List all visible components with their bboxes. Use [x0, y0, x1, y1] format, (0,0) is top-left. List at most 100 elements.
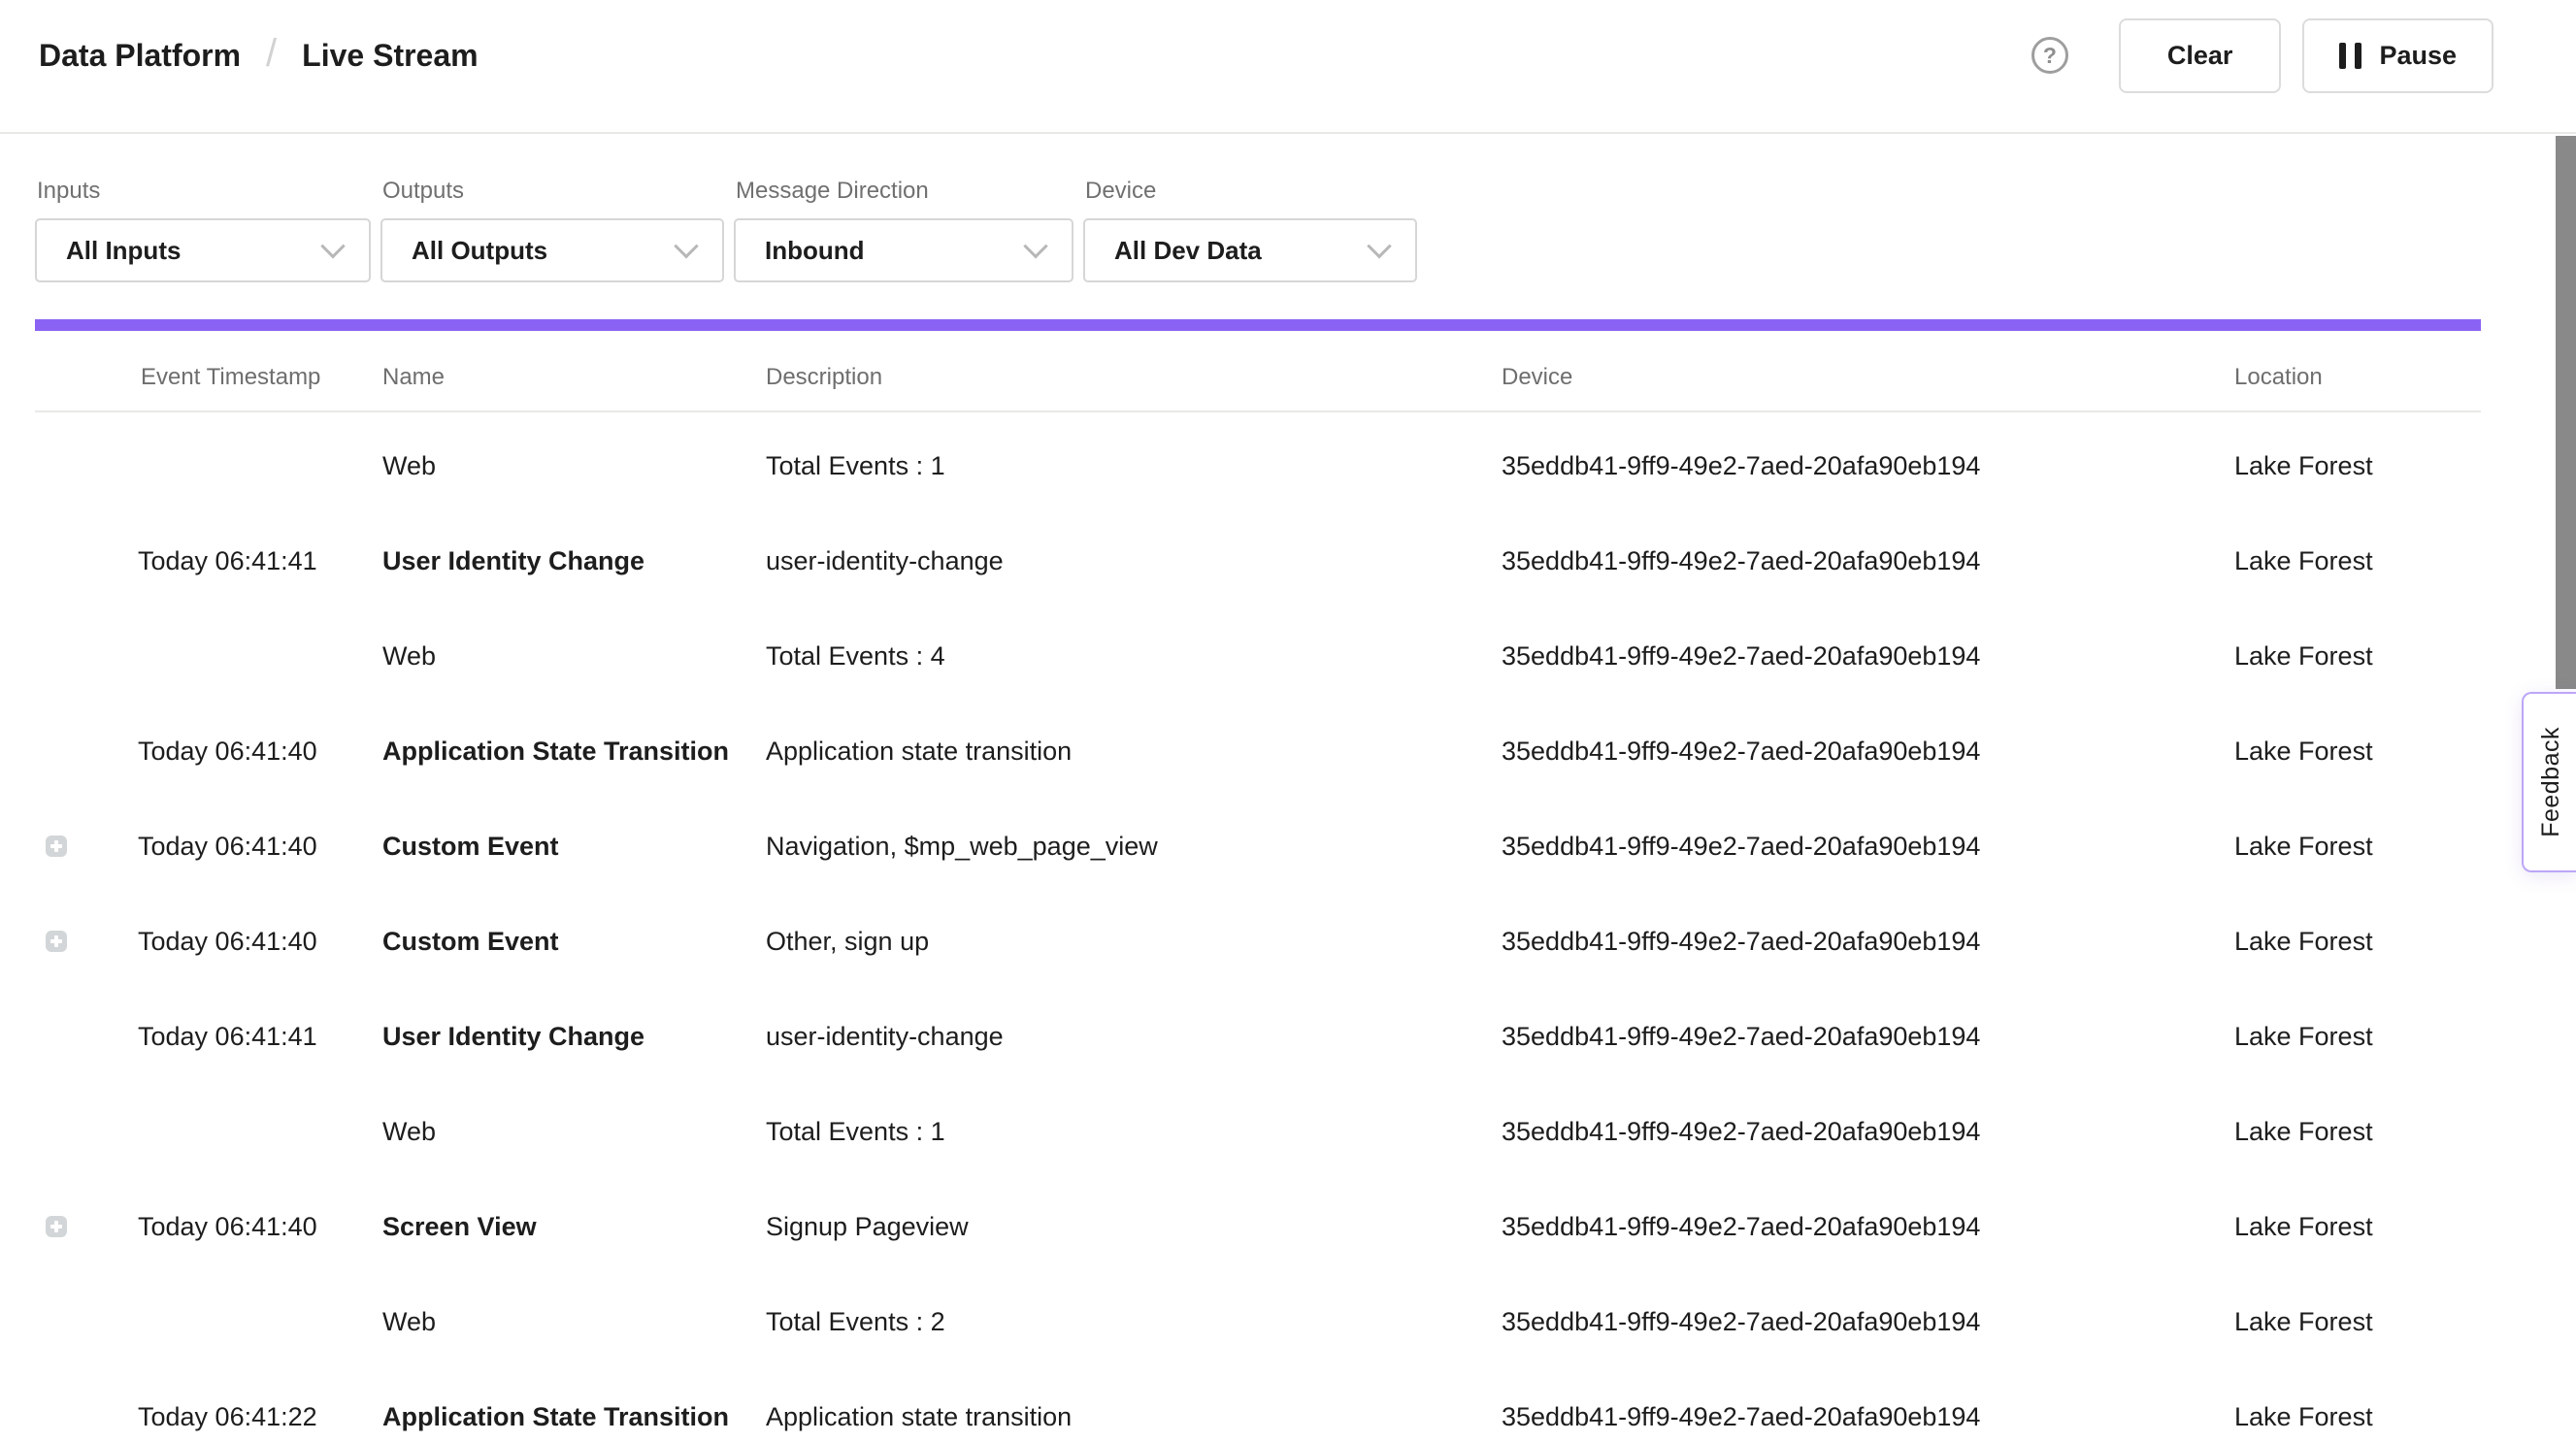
expand-row-button[interactable]: [46, 1216, 67, 1237]
event-description-cell: user-identity-change: [766, 546, 1502, 576]
event-device-cell: 35eddb41-9ff9-49e2-7aed-20afa90eb194: [1502, 737, 2234, 767]
device-dropdown[interactable]: All Dev Data: [1083, 218, 1417, 282]
event-location-cell: Lake Forest: [2234, 1402, 2481, 1432]
expand-cell: [35, 931, 138, 952]
filter-message-direction-label: Message Direction: [736, 177, 1073, 206]
event-device-cell: 35eddb41-9ff9-49e2-7aed-20afa90eb194: [1502, 1307, 2234, 1337]
event-name-cell: Custom Event: [382, 927, 766, 957]
clear-button[interactable]: Clear: [2119, 18, 2282, 93]
event-description-cell: Signup Pageview: [766, 1212, 1502, 1242]
message-direction-dropdown[interactable]: Inbound: [734, 218, 1073, 282]
chevron-down-icon: [1367, 234, 1391, 258]
table-row[interactable]: WebTotal Events : 135eddb41-9ff9-49e2-7a…: [35, 418, 2481, 513]
event-timestamp-cell: Today 06:41:41: [138, 1022, 382, 1052]
table-row[interactable]: Today 06:41:40Custom EventOther, sign up…: [35, 894, 2481, 989]
table-row[interactable]: Today 06:41:41User Identity Changeuser-i…: [35, 513, 2481, 608]
filter-inputs-label: Inputs: [37, 177, 371, 206]
breadcrumb-live-stream: Live Stream: [302, 38, 478, 74]
event-device-cell: 35eddb41-9ff9-49e2-7aed-20afa90eb194: [1502, 641, 2234, 672]
event-device-cell: 35eddb41-9ff9-49e2-7aed-20afa90eb194: [1502, 832, 2234, 862]
event-device-cell: 35eddb41-9ff9-49e2-7aed-20afa90eb194: [1502, 1402, 2234, 1432]
feedback-tab-label: Feedback: [2537, 727, 2565, 837]
event-description-cell: Total Events : 4: [766, 641, 1502, 672]
table-row[interactable]: WebTotal Events : 235eddb41-9ff9-49e2-7a…: [35, 1274, 2481, 1369]
event-description-cell: Application state transition: [766, 737, 1502, 767]
event-name-cell: Application State Transition: [382, 737, 766, 767]
table-row[interactable]: WebTotal Events : 435eddb41-9ff9-49e2-7a…: [35, 608, 2481, 704]
table-row[interactable]: WebTotal Events : 135eddb41-9ff9-49e2-7a…: [35, 1084, 2481, 1179]
expand-cell: [35, 836, 138, 857]
event-name-cell: Web: [382, 641, 766, 672]
event-name-cell: Web: [382, 1307, 766, 1337]
vertical-scrollbar-thumb[interactable]: [2556, 136, 2576, 689]
pause-button-label: Pause: [2379, 41, 2457, 71]
event-timestamp-cell: Today 06:41:40: [138, 737, 382, 767]
outputs-dropdown-value: All Outputs: [412, 236, 547, 266]
column-header-description: Description: [766, 364, 1502, 391]
event-timestamp-cell: Today 06:41:22: [138, 1402, 382, 1432]
breadcrumb-separator: /: [266, 34, 277, 73]
event-name-cell: Screen View: [382, 1212, 766, 1242]
event-description-cell: Other, sign up: [766, 927, 1502, 957]
event-name-cell: Web: [382, 451, 766, 481]
breadcrumb-data-platform[interactable]: Data Platform: [39, 38, 241, 74]
event-location-cell: Lake Forest: [2234, 832, 2481, 862]
event-description-cell: user-identity-change: [766, 1022, 1502, 1052]
event-timestamp-cell: Today 06:41:41: [138, 546, 382, 576]
chevron-down-icon: [674, 234, 698, 258]
filter-inputs: Inputs All Inputs: [35, 177, 371, 282]
expand-row-button[interactable]: [46, 836, 67, 857]
column-header-location: Location: [2234, 364, 2481, 391]
pause-icon: [2339, 43, 2361, 69]
event-location-cell: Lake Forest: [2234, 737, 2481, 767]
feedback-tab[interactable]: Feedback: [2522, 692, 2576, 872]
event-location-cell: Lake Forest: [2234, 1117, 2481, 1147]
expand-row-button[interactable]: [46, 931, 67, 952]
column-header-name: Name: [382, 364, 766, 391]
event-device-cell: 35eddb41-9ff9-49e2-7aed-20afa90eb194: [1502, 451, 2234, 481]
table-row[interactable]: Today 06:41:40Screen ViewSignup Pageview…: [35, 1179, 2481, 1274]
event-description-cell: Total Events : 1: [766, 1117, 1502, 1147]
event-location-cell: Lake Forest: [2234, 1022, 2481, 1052]
inputs-dropdown[interactable]: All Inputs: [35, 218, 371, 282]
event-name-cell: Web: [382, 1117, 766, 1147]
event-timestamp-cell: Today 06:41:40: [138, 927, 382, 957]
filters-bar: Inputs All Inputs Outputs All Outputs Me…: [0, 134, 2576, 282]
event-location-cell: Lake Forest: [2234, 1212, 2481, 1242]
pause-button[interactable]: Pause: [2302, 18, 2493, 93]
filter-message-direction: Message Direction Inbound: [734, 177, 1073, 282]
column-header-event-timestamp: Event Timestamp: [138, 364, 382, 391]
column-header-expand: [35, 364, 138, 391]
message-direction-dropdown-value: Inbound: [765, 236, 865, 266]
event-name-cell: Application State Transition: [382, 1402, 766, 1432]
chevron-down-icon: [320, 234, 345, 258]
event-location-cell: Lake Forest: [2234, 1307, 2481, 1337]
event-location-cell: Lake Forest: [2234, 451, 2481, 481]
event-name-cell: User Identity Change: [382, 546, 766, 576]
table-row[interactable]: Today 06:41:40Custom EventNavigation, $m…: [35, 799, 2481, 894]
event-description-cell: Total Events : 1: [766, 451, 1502, 481]
event-device-cell: 35eddb41-9ff9-49e2-7aed-20afa90eb194: [1502, 1212, 2234, 1242]
table-row[interactable]: Today 06:41:40Application State Transiti…: [35, 704, 2481, 799]
event-name-cell: Custom Event: [382, 832, 766, 862]
expand-cell: [35, 1216, 138, 1237]
table-row[interactable]: Today 06:41:41User Identity Changeuser-i…: [35, 989, 2481, 1084]
event-device-cell: 35eddb41-9ff9-49e2-7aed-20afa90eb194: [1502, 1117, 2234, 1147]
stream-accent-bar: [35, 319, 2481, 331]
page-header: Data Platform / Live Stream ? Clear Paus…: [0, 0, 2576, 134]
outputs-dropdown[interactable]: All Outputs: [380, 218, 724, 282]
device-dropdown-value: All Dev Data: [1114, 236, 1262, 266]
filter-outputs: Outputs All Outputs: [380, 177, 724, 282]
event-location-cell: Lake Forest: [2234, 546, 2481, 576]
event-name-cell: User Identity Change: [382, 1022, 766, 1052]
event-description-cell: Application state transition: [766, 1402, 1502, 1432]
inputs-dropdown-value: All Inputs: [66, 236, 181, 266]
event-timestamp-cell: Today 06:41:40: [138, 832, 382, 862]
filter-device: Device All Dev Data: [1083, 177, 1417, 282]
event-device-cell: 35eddb41-9ff9-49e2-7aed-20afa90eb194: [1502, 1022, 2234, 1052]
event-location-cell: Lake Forest: [2234, 927, 2481, 957]
help-icon[interactable]: ?: [2031, 37, 2068, 74]
table-body: WebTotal Events : 135eddb41-9ff9-49e2-7a…: [35, 412, 2481, 1442]
table-row[interactable]: Today 06:41:22Application State Transiti…: [35, 1369, 2481, 1442]
event-device-cell: 35eddb41-9ff9-49e2-7aed-20afa90eb194: [1502, 546, 2234, 576]
